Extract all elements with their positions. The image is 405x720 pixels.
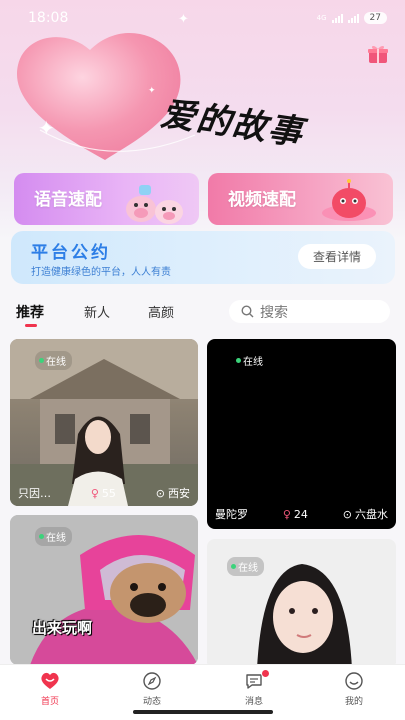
profile-card[interactable]: 在线 曼陀罗 ♀ 24 ⊙ 六盘水 bbox=[207, 339, 396, 529]
search-icon bbox=[241, 305, 254, 318]
notification-badge bbox=[261, 669, 270, 678]
compass-icon bbox=[143, 672, 161, 690]
profile-card[interactable]: 在线 只因… ♀ 55 ⊙ 西安 bbox=[10, 339, 198, 506]
search-placeholder: 搜索 bbox=[260, 304, 288, 321]
online-badge: 在线 bbox=[35, 527, 72, 546]
profile-name: 曼陀罗 bbox=[215, 508, 248, 521]
profile-location: ⊙ 六盘水 bbox=[342, 507, 388, 522]
convention-subtitle: 打造健康绿色的平台，人人有责 bbox=[31, 267, 171, 278]
female-icon: ♀ bbox=[90, 486, 99, 500]
online-badge: 在线 bbox=[232, 351, 269, 370]
tab-good-looks[interactable]: 高颜 bbox=[148, 302, 174, 321]
pig-mascot-icon bbox=[126, 185, 183, 224]
eye-icon: ⊙ bbox=[155, 486, 165, 500]
profile-info: 曼陀罗 ♀ 24 ⊙ 六盘水 bbox=[207, 501, 396, 527]
tab-recommend[interactable]: 推荐 bbox=[16, 302, 44, 327]
bottom-navigation: 首页 动态 消息 我的 bbox=[0, 664, 405, 720]
sparkle-icon: ✦ bbox=[148, 86, 156, 96]
battery-indicator: 27 bbox=[363, 12, 387, 24]
profile-age: ♀ 55 bbox=[90, 486, 116, 500]
video-match-label: 视频速配 bbox=[228, 190, 296, 210]
status-time: 18:08 bbox=[28, 10, 69, 26]
feed-tabs: 推荐 新人 高颜 搜索 bbox=[0, 300, 405, 327]
search-input[interactable]: 搜索 bbox=[229, 300, 390, 323]
video-mascot-icon bbox=[322, 179, 376, 221]
photo-caption: 出来玩啊 bbox=[32, 619, 93, 637]
online-dot-icon bbox=[39, 534, 44, 539]
eye-icon: ⊙ bbox=[342, 507, 352, 521]
profile-card[interactable]: 在线 出来玩啊 bbox=[10, 515, 198, 665]
sparkle-icon: ✦ bbox=[38, 116, 55, 140]
voice-match-button[interactable]: 语音速配 bbox=[14, 173, 199, 225]
online-badge: 在线 bbox=[227, 557, 264, 576]
home-icon bbox=[41, 672, 59, 689]
tab-newcomers[interactable]: 新人 bbox=[84, 302, 110, 321]
nav-moments-label: 动态 bbox=[142, 697, 161, 707]
signal-icon bbox=[347, 13, 359, 23]
signal-icon bbox=[331, 13, 343, 23]
online-dot-icon bbox=[39, 358, 44, 363]
nav-messages-label: 消息 bbox=[244, 697, 263, 707]
nav-home-label: 首页 bbox=[40, 697, 59, 707]
network-label: 4G bbox=[316, 14, 327, 22]
voice-match-label: 语音速配 bbox=[34, 190, 102, 210]
view-details-button[interactable]: 查看详情 bbox=[298, 244, 376, 269]
online-dot-icon bbox=[236, 358, 241, 363]
platform-convention-banner[interactable]: 平台公约 打造健康绿色的平台，人人有责 查看详情 bbox=[11, 231, 395, 284]
gift-icon[interactable] bbox=[367, 44, 389, 64]
female-icon: ♀ bbox=[282, 507, 291, 521]
home-indicator bbox=[133, 710, 273, 714]
convention-title: 平台公约 bbox=[31, 243, 111, 263]
profile-age: ♀ 24 bbox=[282, 507, 308, 521]
profile-name: 只因… bbox=[18, 487, 51, 500]
online-dot-icon bbox=[231, 564, 236, 569]
profile-card[interactable]: 在线 bbox=[207, 539, 396, 669]
nav-moments[interactable]: 动态 bbox=[122, 671, 182, 707]
nav-profile-label: 我的 bbox=[344, 697, 363, 707]
nav-home[interactable]: 首页 bbox=[20, 671, 80, 707]
status-bar: 18:08 4G 27 bbox=[28, 8, 387, 28]
online-badge: 在线 bbox=[35, 351, 72, 370]
nav-messages[interactable]: 消息 bbox=[224, 669, 284, 707]
profile-info: 只因… ♀ 55 ⊙ 西安 bbox=[10, 480, 198, 506]
video-match-button[interactable]: 视频速配 bbox=[208, 173, 393, 225]
profile-location: ⊙ 西安 bbox=[155, 486, 190, 501]
profile-icon bbox=[345, 672, 363, 690]
nav-profile[interactable]: 我的 bbox=[324, 671, 384, 707]
